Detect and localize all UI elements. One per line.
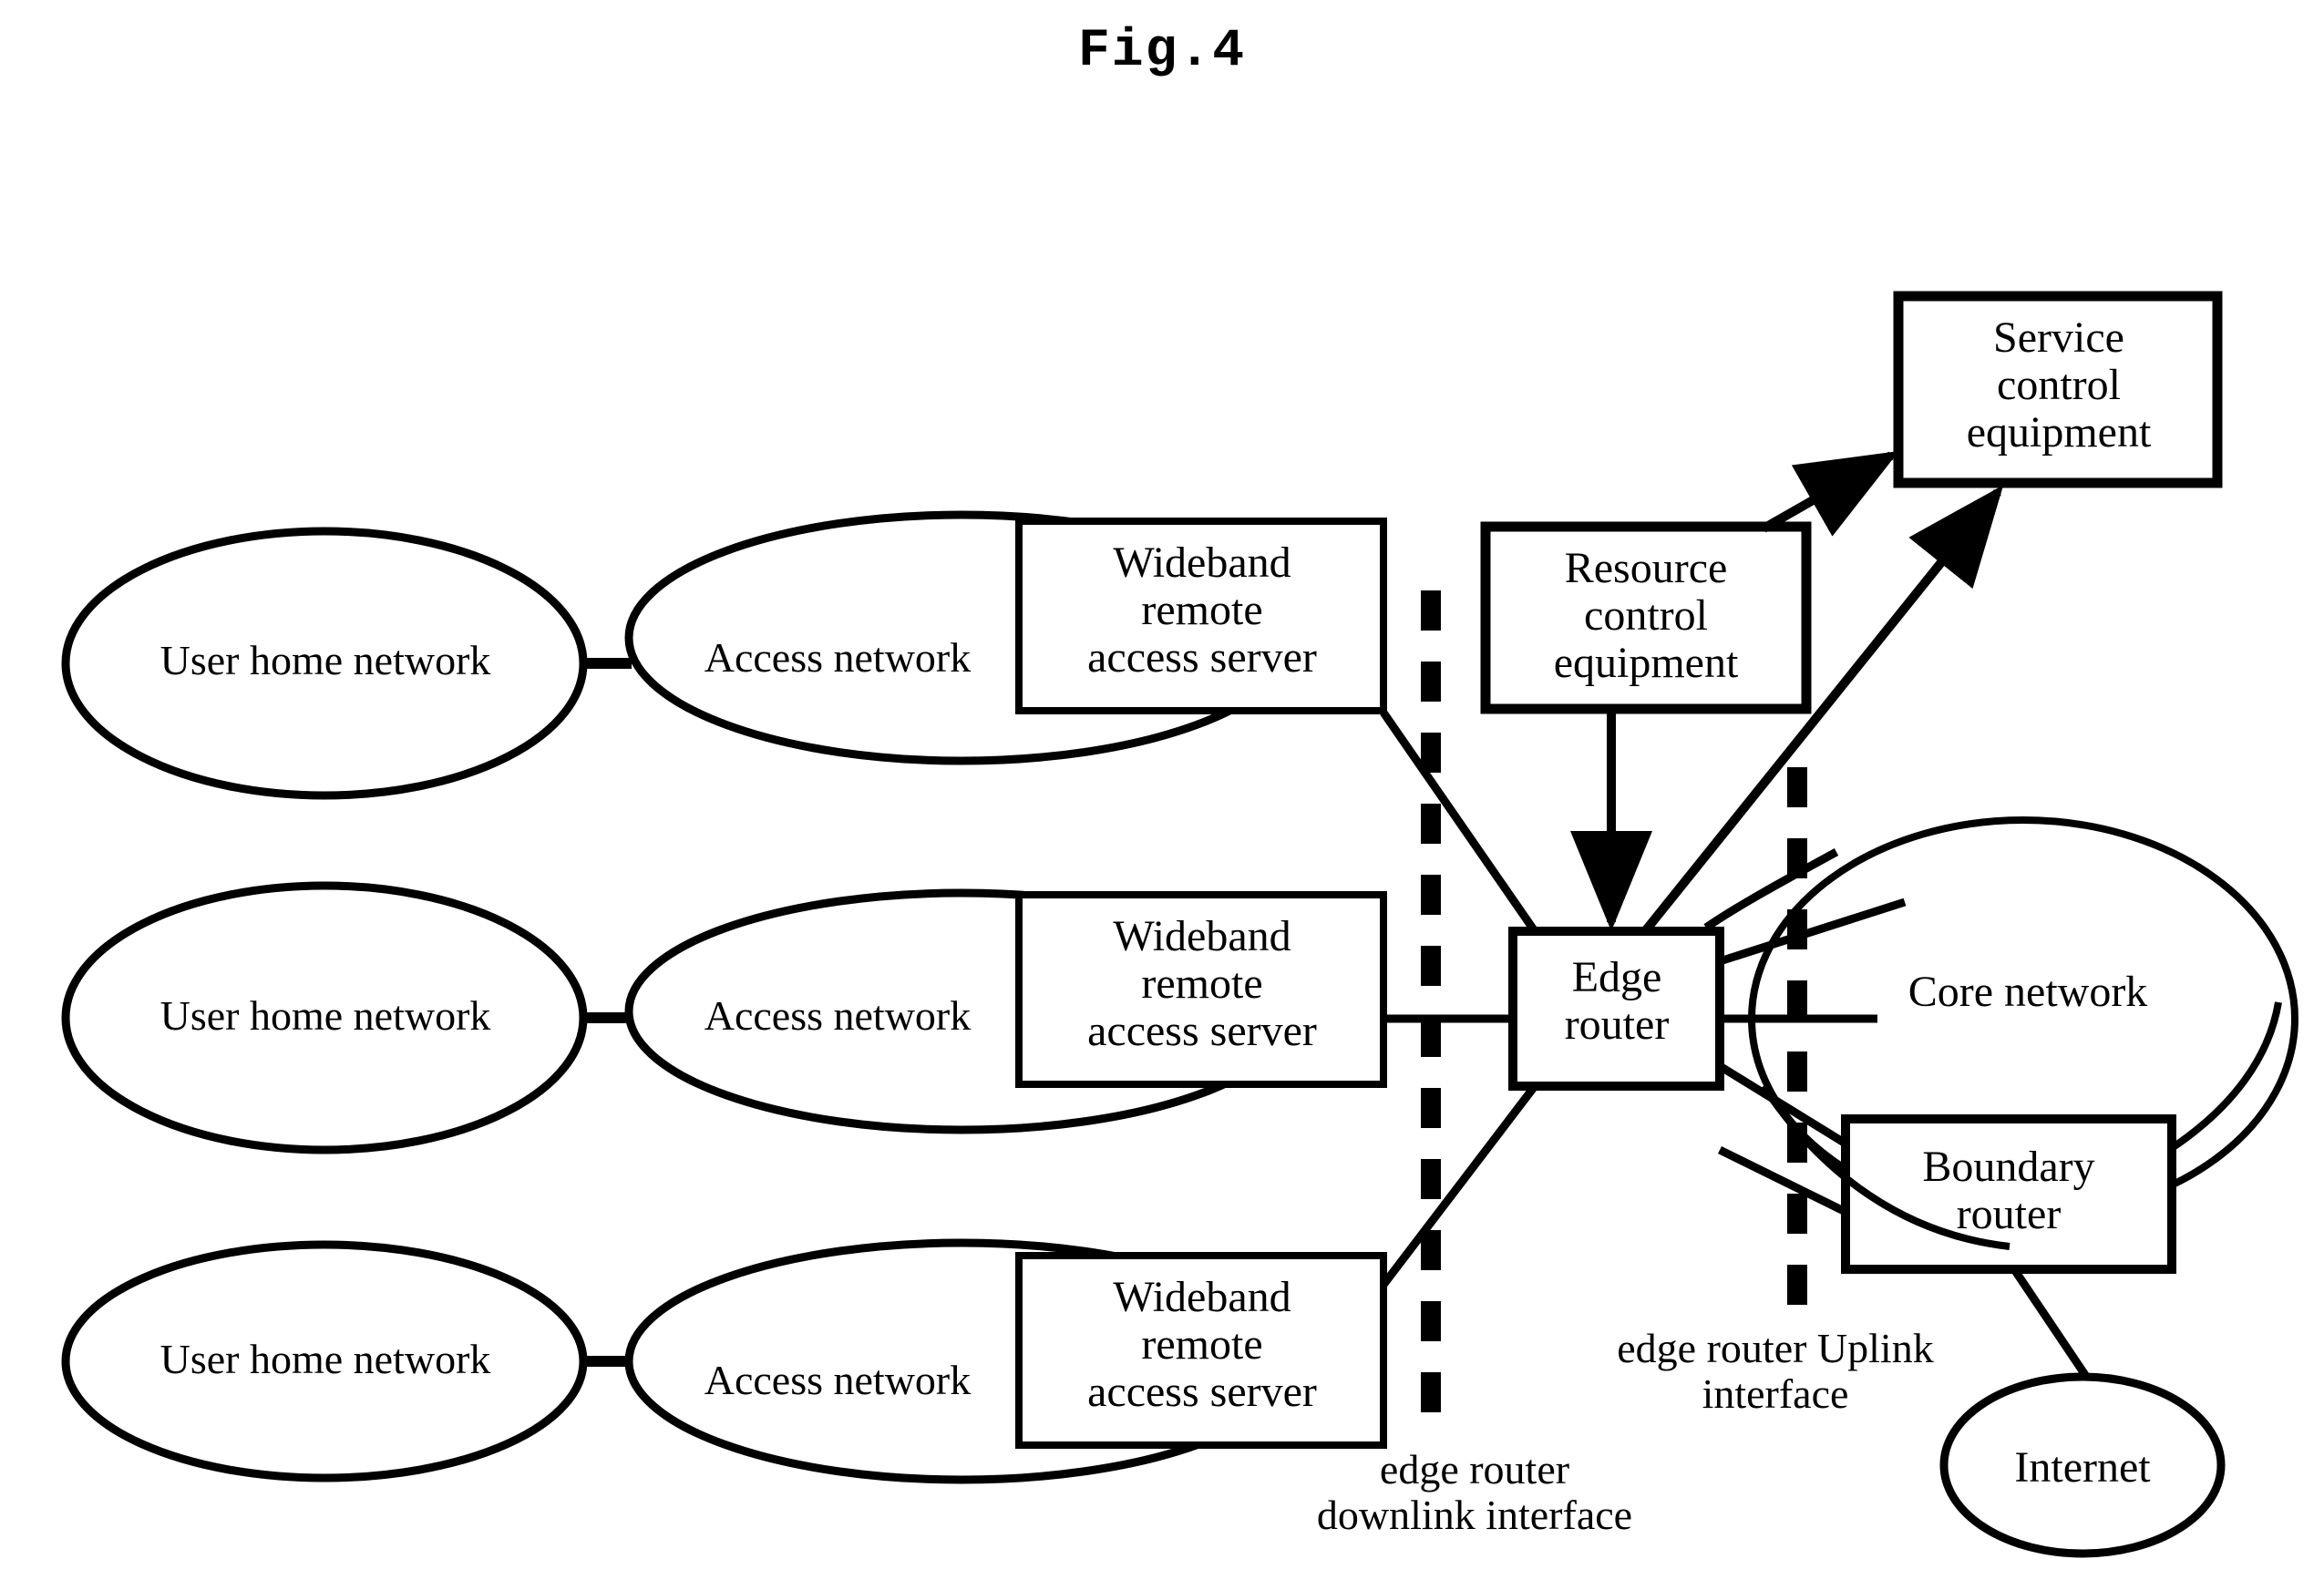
link-edge-router-to-core-upper — [1718, 898, 1907, 966]
label-access-network-bottom: Access network — [704, 1357, 972, 1403]
label-user-home-network-middle: User home network — [159, 992, 491, 1039]
label-wideband-server-bottom: Wideband remote access server — [1087, 1273, 1317, 1416]
label-edge-router-uplink-interface: edge router Uplink interface — [1617, 1325, 1934, 1417]
link-edge-router-to-boundary-router — [1717, 1062, 1848, 1147]
label-edge-router: Edge router — [1564, 953, 1670, 1049]
label-boundary-router: Boundary router — [1922, 1143, 2095, 1238]
link-wideband-bottom-to-edge-router — [1380, 1083, 1538, 1287]
figure-canvas: Fig.4 User home network Access network W… — [0, 0, 2324, 1590]
link-wideband-top-to-edge-router — [1380, 710, 1538, 934]
label-service-control-equipment: Service control equipment — [1966, 313, 2152, 456]
label-access-network-middle: Access network — [704, 992, 972, 1039]
link-boundary-router-to-internet — [2010, 1267, 2091, 1380]
curve-boundary-router-to-core — [2169, 1001, 2282, 1152]
label-wideband-server-middle: Wideband remote access server — [1087, 912, 1317, 1055]
page-title: Fig.4 — [1077, 22, 1247, 81]
label-user-home-network-bottom: User home network — [159, 1336, 491, 1382]
arrow-resource-control-to-service-control — [1761, 451, 1899, 537]
label-user-home-network-top: User home network — [159, 637, 491, 683]
label-edge-router-downlink-interface: edge router downlink interface — [1316, 1446, 1633, 1538]
label-access-network-top: Access network — [704, 634, 972, 681]
label-resource-control-equipment: Resource control equipment — [1553, 544, 1739, 687]
label-core-network: Core network — [1908, 968, 2148, 1016]
link-edge-router-to-boundary-router-lower — [1718, 1145, 1847, 1216]
label-internet: Internet — [2014, 1443, 2151, 1492]
label-wideband-server-top: Wideband remote access server — [1087, 539, 1317, 682]
curve-core-to-edge-router — [1703, 848, 1839, 931]
